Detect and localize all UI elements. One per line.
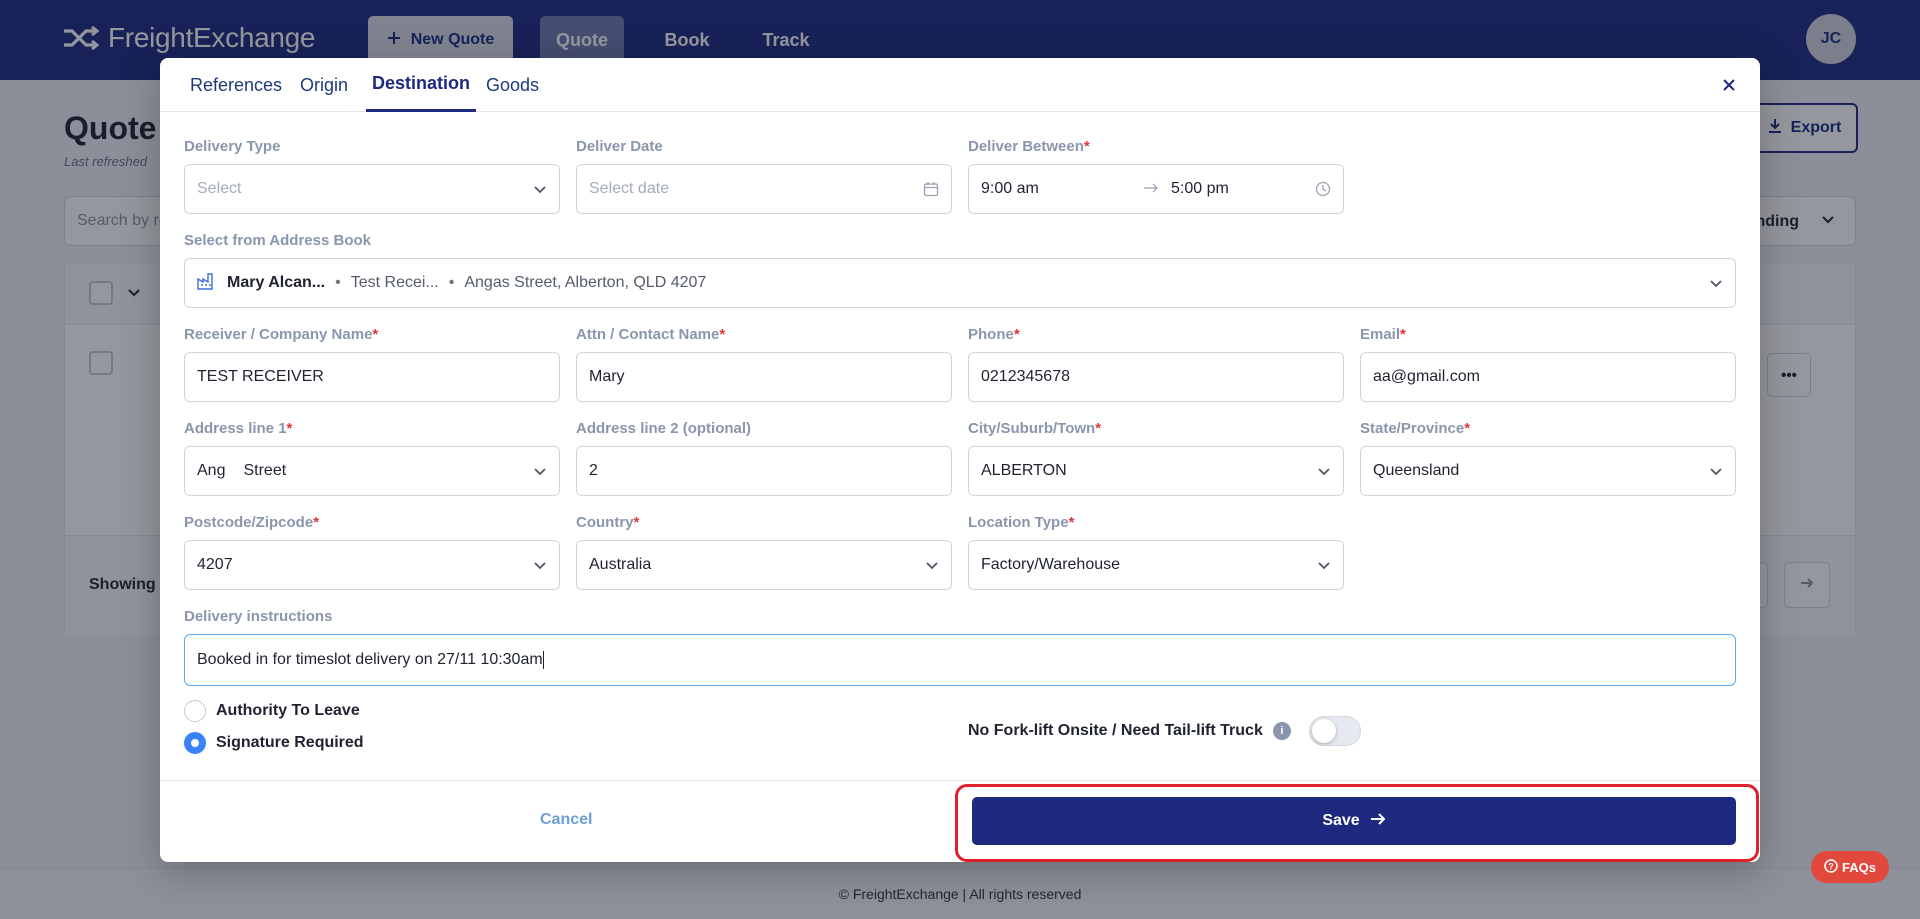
modal-tabs: References Origin Destination Goods (160, 58, 1760, 112)
close-icon[interactable] (1716, 72, 1742, 98)
modal-footer: Cancel Save (160, 780, 1760, 862)
forklift-option: No Fork-lift Onsite / Need Tail-lift Tru… (968, 716, 1361, 746)
time-from-value[interactable]: 9:00 am (981, 180, 1131, 198)
address2-input[interactable]: 2 (576, 446, 952, 496)
radio-signature-label: Signature Required (216, 734, 364, 751)
attn-value: Mary (589, 368, 625, 385)
faq-label: FAQs (1842, 859, 1876, 875)
location-type-value: Factory/Warehouse (981, 556, 1121, 573)
cancel-button[interactable]: Cancel (540, 811, 592, 829)
delivery-type-select[interactable]: Select (184, 164, 560, 214)
save-label: Save (1322, 812, 1360, 829)
arrow-right-icon (1143, 180, 1159, 198)
building-icon (197, 272, 217, 295)
tab-goods[interactable]: Goods (486, 58, 539, 112)
radio-circle[interactable] (184, 700, 206, 722)
address-book-company: Test Recei... (350, 274, 439, 291)
chevron-down-icon (1317, 464, 1331, 478)
instructions-input[interactable]: Booked in for timeslot delivery on 27/11… (184, 634, 1736, 686)
separator-dot: • (448, 274, 455, 291)
city-value: ALBERTON (981, 462, 1067, 479)
phone-input[interactable]: 0212345678 (968, 352, 1344, 402)
chevron-down-icon (1317, 558, 1331, 572)
toggle-knob (1311, 719, 1336, 743)
destination-modal: References Origin Destination Goods Deli… (160, 58, 1760, 862)
deliver-between-label: Deliver Between* (968, 138, 1090, 155)
country-value: Australia (589, 556, 652, 573)
forklift-label: No Fork-lift Onsite / Need Tail-lift Tru… (968, 722, 1263, 739)
address2-label: Address line 2 (optional) (576, 420, 752, 437)
email-input[interactable]: aa@gmail.com (1360, 352, 1736, 402)
address2-value: 2 (589, 462, 598, 479)
address-book-label: Select from Address Book (184, 232, 371, 249)
radio-signature-required[interactable]: Signature Required (184, 732, 364, 754)
svg-text:?: ? (1828, 861, 1834, 871)
state-label: State/Province* (1360, 420, 1471, 437)
deliver-date-placeholder: Select date (589, 180, 670, 197)
separator-dot: • (335, 274, 341, 291)
receiver-input[interactable]: TEST RECEIVER (184, 352, 560, 402)
forklift-toggle[interactable] (1308, 716, 1361, 746)
info-icon[interactable]: i (1272, 722, 1291, 740)
chevron-down-icon (533, 182, 547, 196)
receiver-value: TEST RECEIVER (197, 368, 324, 385)
instructions-value: Booked in for timeslot delivery on 27/11… (197, 650, 544, 669)
radio-authority-label: Authority To Leave (216, 702, 360, 719)
deliver-between-time-range[interactable]: 9:00 am 5:00 pm (968, 164, 1344, 214)
radio-authority-to-leave[interactable]: Authority To Leave (184, 700, 360, 722)
attn-label: Attn / Contact Name* (576, 326, 726, 343)
deliver-date-input[interactable]: Select date (576, 164, 952, 214)
location-type-select[interactable]: Factory/Warehouse (968, 540, 1344, 590)
tab-references[interactable]: References (190, 58, 282, 112)
time-to-value[interactable]: 5:00 pm (1171, 180, 1303, 198)
chevron-down-icon (925, 558, 939, 572)
tab-destination[interactable]: Destination (366, 58, 477, 112)
address-book-contact: Mary Alcan... (227, 274, 326, 291)
country-select[interactable]: Australia (576, 540, 952, 590)
email-label: Email* (1360, 326, 1406, 343)
calendar-icon (923, 181, 939, 197)
state-select[interactable]: Queensland (1360, 446, 1736, 496)
address1-label: Address line 1* (184, 420, 293, 437)
attn-input[interactable]: Mary (576, 352, 952, 402)
instructions-label: Delivery instructions (184, 608, 333, 625)
chevron-down-icon (533, 558, 547, 572)
postcode-select[interactable]: 4207 (184, 540, 560, 590)
address1-select[interactable]: Ang Street (184, 446, 560, 496)
radio-circle-selected[interactable] (184, 732, 206, 754)
state-value: Queensland (1373, 462, 1460, 479)
deliver-date-label: Deliver Date (576, 138, 663, 155)
phone-value: 0212345678 (981, 368, 1070, 385)
address-book-select[interactable]: Mary Alcan... • Test Recei... • Angas St… (184, 258, 1736, 308)
postcode-value: 4207 (197, 556, 233, 573)
arrow-right-icon (1370, 812, 1386, 831)
save-button[interactable]: Save (972, 797, 1736, 845)
email-value: aa@gmail.com (1373, 368, 1480, 385)
address-book-address: Angas Street, Alberton, QLD 4207 (464, 274, 707, 291)
phone-label: Phone* (968, 326, 1020, 343)
location-type-label: Location Type* (968, 514, 1075, 531)
delivery-type-label: Delivery Type (184, 138, 281, 155)
chevron-down-icon (533, 464, 547, 478)
city-label: City/Suburb/Town* (968, 420, 1102, 437)
delivery-type-placeholder: Select (197, 180, 242, 197)
city-select[interactable]: ALBERTON (968, 446, 1344, 496)
chevron-down-icon (1709, 464, 1723, 478)
address-book-selection: Mary Alcan... • Test Recei... • Angas St… (197, 272, 1709, 295)
receiver-label: Receiver / Company Name* (184, 326, 379, 343)
help-icon: ? (1824, 858, 1838, 876)
clock-icon (1315, 181, 1331, 197)
chevron-down-icon (1709, 276, 1723, 290)
faq-button[interactable]: ? FAQs (1811, 851, 1889, 883)
country-label: Country* (576, 514, 640, 531)
tab-origin[interactable]: Origin (300, 58, 348, 112)
postcode-label: Postcode/Zipcode* (184, 514, 320, 531)
address1-value: Ang Street (197, 462, 287, 479)
